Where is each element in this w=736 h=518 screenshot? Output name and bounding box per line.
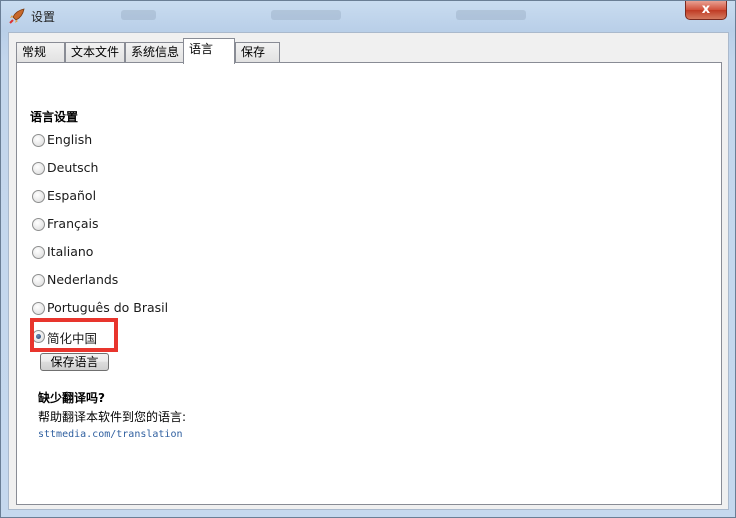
radio-button[interactable] bbox=[32, 246, 45, 259]
annotation-highlight-box bbox=[30, 318, 118, 352]
title-bar-blur bbox=[271, 10, 341, 20]
radio-button[interactable] bbox=[32, 162, 45, 175]
radio-label: Português do Brasil bbox=[47, 300, 169, 315]
radio-label: Italiano bbox=[47, 244, 94, 259]
tab-language[interactable]: 语言 bbox=[183, 38, 235, 64]
title-bar-blur bbox=[121, 10, 156, 20]
language-settings-heading: 语言设置 bbox=[30, 110, 79, 124]
radio-label: Français bbox=[47, 216, 99, 231]
title-bar[interactable]: 设置 x bbox=[1, 1, 735, 31]
radio-button[interactable] bbox=[32, 302, 45, 315]
tab-save[interactable]: 保存 bbox=[235, 42, 280, 62]
tab-text-files[interactable]: 文本文件 bbox=[65, 42, 125, 62]
window-title: 设置 bbox=[31, 10, 56, 24]
radio-button[interactable] bbox=[32, 274, 45, 287]
language-panel: 语言设置 English Deutsch Español Français It… bbox=[16, 62, 722, 505]
missing-translation-heading: 缺少翻译吗? bbox=[38, 391, 105, 405]
radio-button[interactable] bbox=[32, 190, 45, 203]
radio-label: Español bbox=[47, 188, 97, 203]
close-button[interactable]: x bbox=[685, 1, 727, 20]
settings-window: 设置 x 常规 文本文件 系统信息 语言 保存 语言设置 English Deu… bbox=[0, 0, 736, 518]
translation-link[interactable]: sttmedia.com/translation bbox=[38, 429, 183, 440]
title-bar-blur bbox=[456, 10, 526, 20]
radio-button[interactable] bbox=[32, 218, 45, 231]
radio-label: Deutsch bbox=[47, 160, 99, 175]
tab-general[interactable]: 常规 bbox=[16, 42, 65, 62]
radio-button[interactable] bbox=[32, 134, 45, 147]
tab-system-info[interactable]: 系统信息 bbox=[125, 42, 184, 62]
dialog-body: 常规 文本文件 系统信息 语言 保存 语言设置 English Deutsch … bbox=[8, 32, 729, 510]
radio-label: Nederlands bbox=[47, 272, 119, 287]
radio-label: English bbox=[47, 132, 93, 147]
app-rocket-icon bbox=[9, 8, 25, 24]
translation-help-text: 帮助翻译本软件到您的语言: bbox=[38, 410, 187, 424]
save-language-button[interactable]: 保存语言 bbox=[40, 353, 109, 371]
